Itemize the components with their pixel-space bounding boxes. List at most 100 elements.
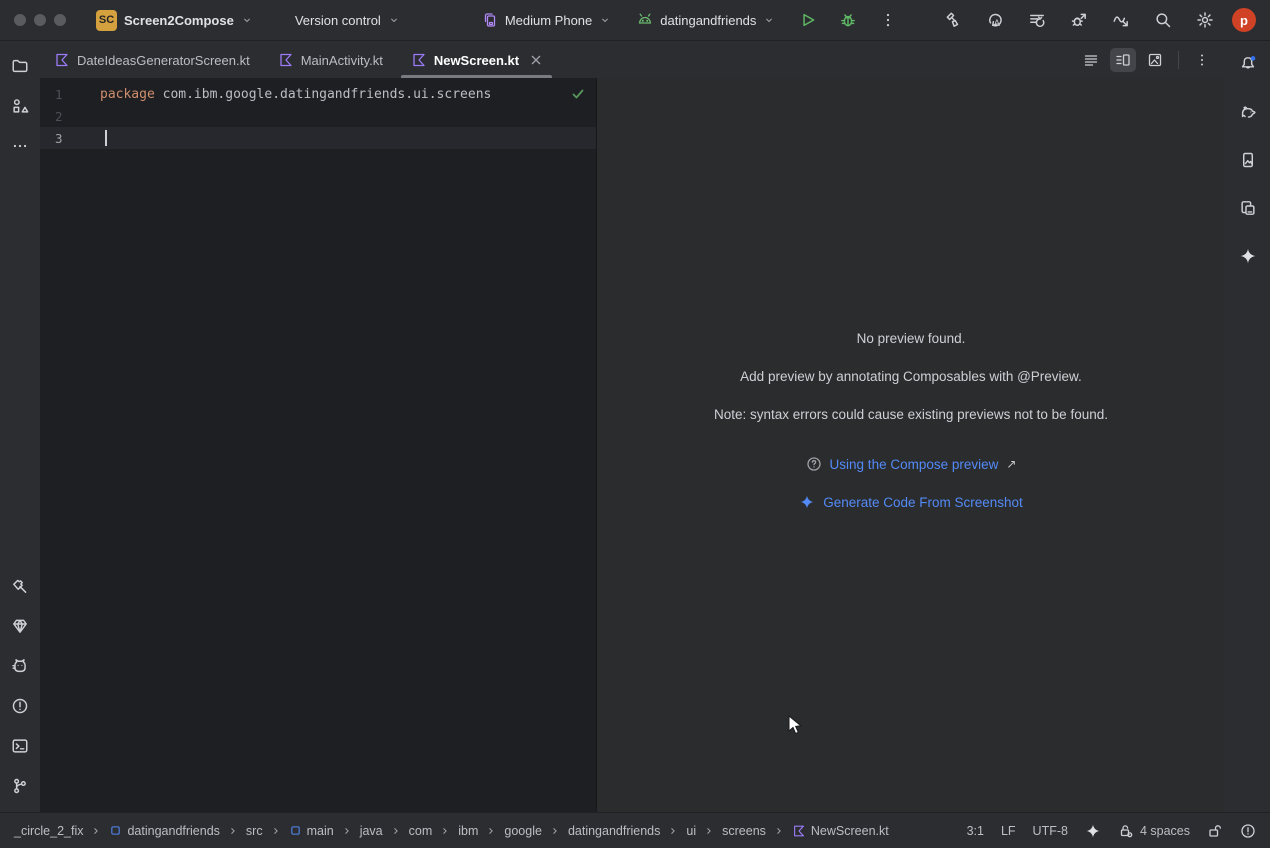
breadcrumb-item[interactable]: datingandfriends xyxy=(568,824,660,838)
external-link-icon: ↗ xyxy=(1006,457,1016,471)
structure-tool-window-button[interactable] xyxy=(6,92,34,120)
close-tab-icon[interactable] xyxy=(530,54,542,66)
tab-label: DateIdeasGeneratorScreen.kt xyxy=(77,53,250,68)
editor-options-button[interactable] xyxy=(1189,48,1215,72)
breadcrumb-item[interactable]: src xyxy=(246,824,263,838)
project-widget[interactable]: SC Screen2Compose xyxy=(88,6,261,35)
breadcrumb-item[interactable]: screens xyxy=(722,824,766,838)
structure-shapes-icon xyxy=(11,97,29,115)
indent-widget[interactable]: 4 spaces xyxy=(1118,823,1190,839)
gradle-tool-window-button[interactable] xyxy=(1234,98,1262,126)
editor-area: DateIdeasGeneratorScreen.kt MainActivity… xyxy=(40,42,1225,812)
window-controls[interactable] xyxy=(14,14,66,26)
apply-changes-restart-button[interactable]: A xyxy=(980,5,1010,35)
gradle-elephant-icon xyxy=(1239,103,1257,121)
gemini-status-widget[interactable] xyxy=(1085,823,1101,839)
breadcrumb-item[interactable]: google xyxy=(504,824,542,838)
minimize-window-button[interactable] xyxy=(34,14,46,26)
chevron-down-icon xyxy=(241,14,253,26)
breadcrumb: _circle_2_fix datingandfriends src main … xyxy=(14,824,889,838)
close-window-button[interactable] xyxy=(14,14,26,26)
zoom-window-button[interactable] xyxy=(54,14,66,26)
split-view-icon xyxy=(1115,52,1131,68)
gear-icon xyxy=(1196,11,1214,29)
inspection-ok-icon[interactable] xyxy=(570,86,586,102)
kotlin-file-icon xyxy=(411,52,427,68)
code-line-1[interactable]: 1 package com.ibm.google.datingandfriend… xyxy=(40,83,596,105)
tab-newscreen[interactable]: NewScreen.kt xyxy=(397,42,556,78)
user-avatar[interactable]: p xyxy=(1232,8,1256,32)
design-view-button[interactable] xyxy=(1142,48,1168,72)
breadcrumb-item-file[interactable]: NewScreen.kt xyxy=(792,824,889,838)
terminal-icon xyxy=(11,737,29,755)
breadcrumb-item[interactable]: com xyxy=(409,824,433,838)
tab-mainactivity[interactable]: MainActivity.kt xyxy=(264,42,397,78)
chevron-down-icon xyxy=(763,14,775,26)
unlock-icon xyxy=(1207,823,1223,839)
cursor-position-widget[interactable]: 3:1 xyxy=(967,824,984,838)
problems-tool-window-button[interactable] xyxy=(6,692,34,720)
version-control-label: Version control xyxy=(295,13,381,28)
apply-code-changes-button[interactable] xyxy=(1022,5,1052,35)
logcat-tool-window-button[interactable] xyxy=(6,652,34,680)
code-editor[interactable]: 1 package com.ibm.google.datingandfriend… xyxy=(40,78,596,812)
device-selector[interactable]: Medium Phone xyxy=(474,8,619,32)
code-view-button[interactable] xyxy=(1078,48,1104,72)
version-control-tool-window-button[interactable] xyxy=(6,772,34,800)
no-preview-message: No preview found. xyxy=(857,331,966,369)
breadcrumb-item[interactable]: main xyxy=(289,824,334,838)
more-tool-windows-button[interactable] xyxy=(6,132,34,160)
line-number: 3 xyxy=(40,131,100,146)
code-line-2[interactable]: 2 xyxy=(40,105,596,127)
breadcrumb-item[interactable]: java xyxy=(360,824,383,838)
tab-dateideasgeneratorscreen[interactable]: DateIdeasGeneratorScreen.kt xyxy=(40,42,264,78)
running-devices-button[interactable] xyxy=(1234,146,1262,174)
svg-text:A: A xyxy=(994,18,1000,28)
encoding-widget[interactable]: UTF-8 xyxy=(1033,824,1068,838)
run-configuration-selector[interactable]: datingandfriends xyxy=(629,8,783,32)
editor-tab-bar: DateIdeasGeneratorScreen.kt MainActivity… xyxy=(40,42,1225,78)
tab-label: NewScreen.kt xyxy=(434,53,519,68)
version-control-widget[interactable]: Version control xyxy=(287,9,408,32)
profiler-button[interactable] xyxy=(1106,5,1136,35)
readonly-toggle-widget[interactable] xyxy=(1207,823,1223,839)
profiler-icon xyxy=(1112,11,1130,29)
compose-preview-help-link[interactable]: Using the Compose preview xyxy=(830,457,999,472)
tab-label: MainActivity.kt xyxy=(301,53,383,68)
split-view-button[interactable] xyxy=(1110,48,1136,72)
build-tool-window-button[interactable] xyxy=(6,572,34,600)
left-tool-window-bar xyxy=(0,42,40,812)
more-run-options-button[interactable] xyxy=(873,5,903,35)
line-ending-widget[interactable]: LF xyxy=(1001,824,1016,838)
settings-button[interactable] xyxy=(1190,5,1220,35)
app-quality-insights-button[interactable] xyxy=(6,612,34,640)
breadcrumb-item[interactable]: _circle_2_fix xyxy=(14,824,83,838)
android-icon xyxy=(637,12,653,28)
toolbar-separator xyxy=(1178,51,1179,69)
breadcrumb-item[interactable]: ui xyxy=(686,824,696,838)
run-button[interactable] xyxy=(793,5,823,35)
search-everywhere-button[interactable] xyxy=(1148,5,1178,35)
generate-code-from-screenshot-link[interactable]: Generate Code From Screenshot xyxy=(823,495,1023,510)
build-run-tests-button[interactable] xyxy=(938,5,968,35)
code-line-3[interactable]: 3 xyxy=(40,127,596,149)
notifications-button[interactable] xyxy=(1234,50,1262,78)
generate-code-row: Generate Code From Screenshot xyxy=(799,483,1023,521)
text-caret xyxy=(105,130,107,146)
breadcrumb-item[interactable]: ibm xyxy=(458,824,478,838)
alert-circle-icon xyxy=(11,697,29,715)
attach-debugger-button[interactable] xyxy=(1064,5,1094,35)
bug-arrow-icon xyxy=(1070,11,1088,29)
device-selector-label: Medium Phone xyxy=(505,13,592,28)
device-manager-button[interactable] xyxy=(1234,194,1262,222)
terminal-tool-window-button[interactable] xyxy=(6,732,34,760)
gemini-tool-window-button[interactable] xyxy=(1234,242,1262,270)
line-number: 1 xyxy=(40,87,100,102)
project-tool-window-button[interactable] xyxy=(6,52,34,80)
sparkle-icon xyxy=(799,494,815,510)
inspections-widget[interactable] xyxy=(1240,823,1256,839)
debug-button[interactable] xyxy=(833,5,863,35)
cat-icon xyxy=(11,657,29,675)
breadcrumb-item[interactable]: datingandfriends xyxy=(109,824,219,838)
chevron-right-icon xyxy=(390,825,402,837)
